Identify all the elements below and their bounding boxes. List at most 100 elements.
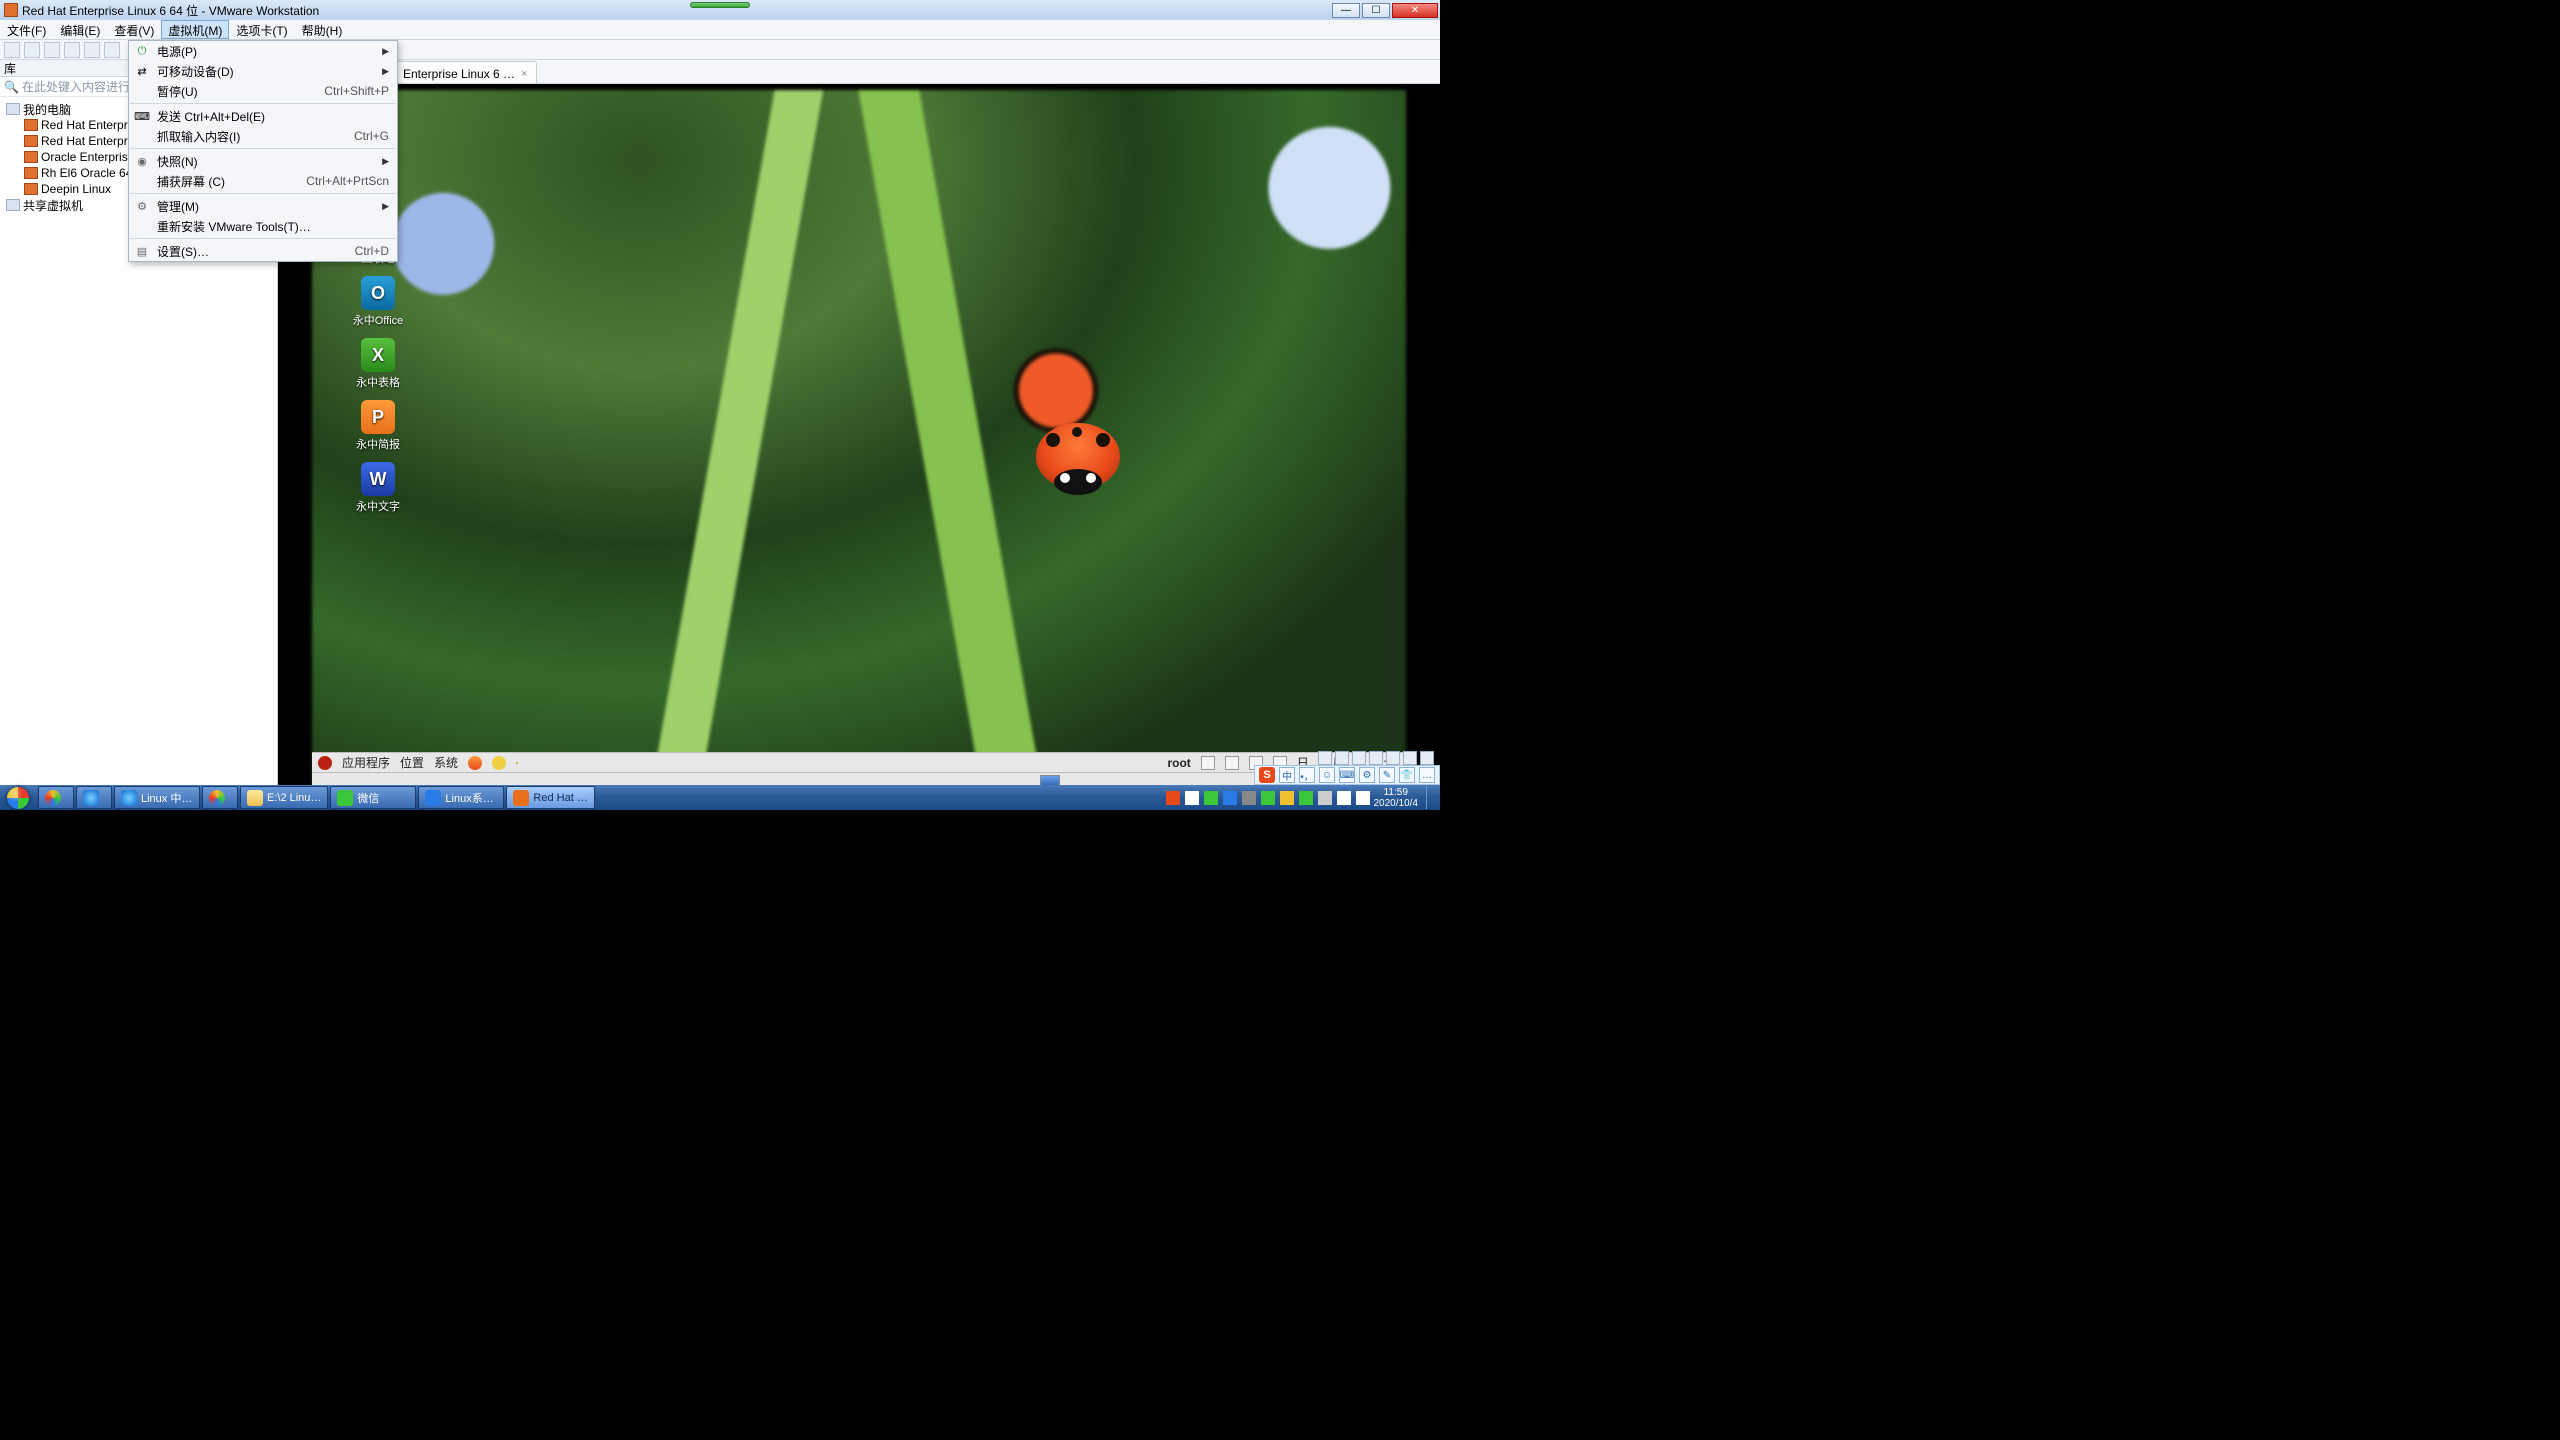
guest-wallpaper [312, 90, 1406, 789]
tray-icon[interactable] [1166, 791, 1180, 805]
taskbar-task[interactable]: Linux系… [418, 786, 504, 809]
guest-top-panel[interactable]: 应用程序 位置 系统 root 日 10月 4 [312, 752, 1406, 772]
redhat-icon[interactable] [318, 756, 332, 770]
ctx-pause[interactable]: 暂停(U)Ctrl+Shift+P [129, 81, 397, 101]
toolbar-button[interactable] [24, 42, 40, 58]
toolbar-button[interactable] [104, 42, 120, 58]
ime-button[interactable]: ⌨ [1339, 767, 1355, 783]
menu-edit[interactable]: 编辑(E) [53, 20, 107, 39]
tray-icon[interactable] [1299, 791, 1313, 805]
guest-user-label[interactable]: root [1167, 756, 1190, 770]
guest-icon-slide[interactable]: P永中简报 [346, 400, 410, 452]
taskbar-task[interactable]: 微信 [330, 786, 416, 809]
ctx-removable[interactable]: ⇄可移动设备(D)▶ [129, 61, 397, 81]
minimize-button[interactable]: — [1332, 3, 1360, 18]
taskbar-clock[interactable]: 11:59 2020/10/4 [1370, 787, 1423, 809]
windows-icon [7, 787, 29, 809]
tray-icon[interactable] [1185, 791, 1199, 805]
taskbar-pinned[interactable] [38, 786, 74, 809]
wechat-icon [337, 790, 353, 806]
menu-separator [130, 148, 396, 149]
menu-view[interactable]: 查看(V) [107, 20, 161, 39]
device-icon[interactable] [1369, 751, 1383, 765]
menu-help[interactable]: 帮助(H) [295, 20, 350, 39]
menu-separator [130, 238, 396, 239]
close-button[interactable]: ✕ [1392, 3, 1438, 18]
vm-viewport[interactable]: 🗑回收站 O永中Office X永中表格 P永中简报 W永中文字 应用程序 位置… [278, 84, 1440, 793]
guest-tray-icon[interactable] [1201, 756, 1215, 770]
tray-icon[interactable] [1261, 791, 1275, 805]
device-icon[interactable] [1403, 751, 1417, 765]
vm-device-icons [1318, 751, 1434, 765]
start-button[interactable] [0, 785, 36, 810]
ctx-capture[interactable]: 捕获屏幕 (C)Ctrl+Alt+PrtScn [129, 171, 397, 191]
device-icon[interactable] [1335, 751, 1349, 765]
menu-vm[interactable]: 虚拟机(M) [161, 20, 229, 39]
toolbar-button[interactable] [84, 42, 100, 58]
menu-tabs[interactable]: 选项卡(T) [229, 20, 294, 39]
ime-toolbar[interactable]: S 中 •， ☺ ⌨ ⚙ ✎ 👕 … [1254, 765, 1440, 785]
host-taskbar[interactable]: Linux 中… E:\2 Linu… 微信 Linux系… Red Hat …… [0, 785, 1440, 810]
toolbar-button[interactable] [64, 42, 80, 58]
ime-button[interactable]: … [1419, 767, 1435, 783]
system-tray[interactable] [1166, 791, 1370, 805]
guest-menu-places[interactable]: 位置 [400, 754, 424, 771]
ime-lang-button[interactable]: 中 [1279, 767, 1295, 783]
guest-menu-system[interactable]: 系统 [434, 754, 458, 771]
taskbar-task[interactable]: E:\2 Linu… [240, 786, 328, 809]
guest-icon-office[interactable]: O永中Office [346, 276, 410, 328]
taskbar-task-active[interactable]: Red Hat … [506, 786, 594, 809]
ime-button[interactable]: ☺ [1319, 767, 1335, 783]
taskbar-pinned[interactable] [202, 786, 238, 809]
tray-icon[interactable] [1242, 791, 1256, 805]
ctx-power[interactable]: ⏻电源(P)▶ [129, 41, 397, 61]
toolbar-button[interactable] [44, 42, 60, 58]
show-desktop-button[interactable] [1426, 786, 1436, 809]
tray-icon[interactable] [1223, 791, 1237, 805]
titlebar[interactable]: Red Hat Enterprise Linux 6 64 位 - VMware… [0, 0, 1440, 20]
guest-menu-apps[interactable]: 应用程序 [342, 754, 390, 771]
ctx-snapshot[interactable]: ◉快照(N)▶ [129, 151, 397, 171]
firefox-icon[interactable] [468, 756, 482, 770]
tray-volume-icon[interactable] [1356, 791, 1370, 805]
app-icon [209, 790, 225, 806]
ime-button[interactable]: ⚙ [1359, 767, 1375, 783]
device-icon[interactable] [1318, 751, 1332, 765]
tray-icon[interactable] [1318, 791, 1332, 805]
folder-icon [247, 790, 263, 806]
app-icon [45, 790, 61, 806]
tray-icon[interactable] [1204, 791, 1218, 805]
slide-icon: P [361, 400, 395, 434]
ime-button[interactable]: ✎ [1379, 767, 1395, 783]
guest-icon-sheet[interactable]: X永中表格 [346, 338, 410, 390]
guest-os-screen[interactable]: 🗑回收站 O永中Office X永中表格 P永中简报 W永中文字 应用程序 位置… [312, 90, 1406, 789]
device-icon[interactable] [1386, 751, 1400, 765]
tray-icon[interactable] [1280, 791, 1294, 805]
tab-close-icon[interactable]: × [521, 68, 527, 80]
tray-network-icon[interactable] [1337, 791, 1351, 805]
guest-icon-word[interactable]: W永中文字 [346, 462, 410, 514]
ctx-send-cad[interactable]: ⌨发送 Ctrl+Alt+Del(E) [129, 106, 397, 126]
taskbar-task[interactable]: Linux 中… [114, 786, 200, 809]
maximize-button[interactable]: ☐ [1362, 3, 1390, 18]
ime-punct-button[interactable]: •， [1299, 767, 1315, 783]
ctx-manage[interactable]: ⚙管理(M)▶ [129, 196, 397, 216]
mail-icon[interactable] [492, 756, 506, 770]
ime-button[interactable]: 👕 [1399, 767, 1415, 783]
word-icon: W [361, 462, 395, 496]
ctx-settings[interactable]: ▤设置(S)…Ctrl+D [129, 241, 397, 261]
toolbar-button[interactable] [4, 42, 20, 58]
taskbar-pinned[interactable] [76, 786, 112, 809]
device-icon[interactable] [1420, 751, 1434, 765]
ctx-vmtools[interactable]: 重新安装 VMware Tools(T)… [129, 216, 397, 236]
window-grab-handle[interactable] [690, 2, 750, 8]
guest-tray-icon[interactable] [1225, 756, 1239, 770]
sogou-logo-icon[interactable]: S [1259, 767, 1275, 783]
vmware-icon [513, 790, 529, 806]
ctx-grab-input[interactable]: 抓取输入内容(I)Ctrl+G [129, 126, 397, 146]
device-icon[interactable] [1352, 751, 1366, 765]
submenu-arrow-icon: ▶ [382, 66, 397, 77]
menu-file[interactable]: 文件(F) [0, 20, 53, 39]
ie-icon [83, 790, 99, 806]
notes-icon[interactable] [516, 762, 518, 764]
